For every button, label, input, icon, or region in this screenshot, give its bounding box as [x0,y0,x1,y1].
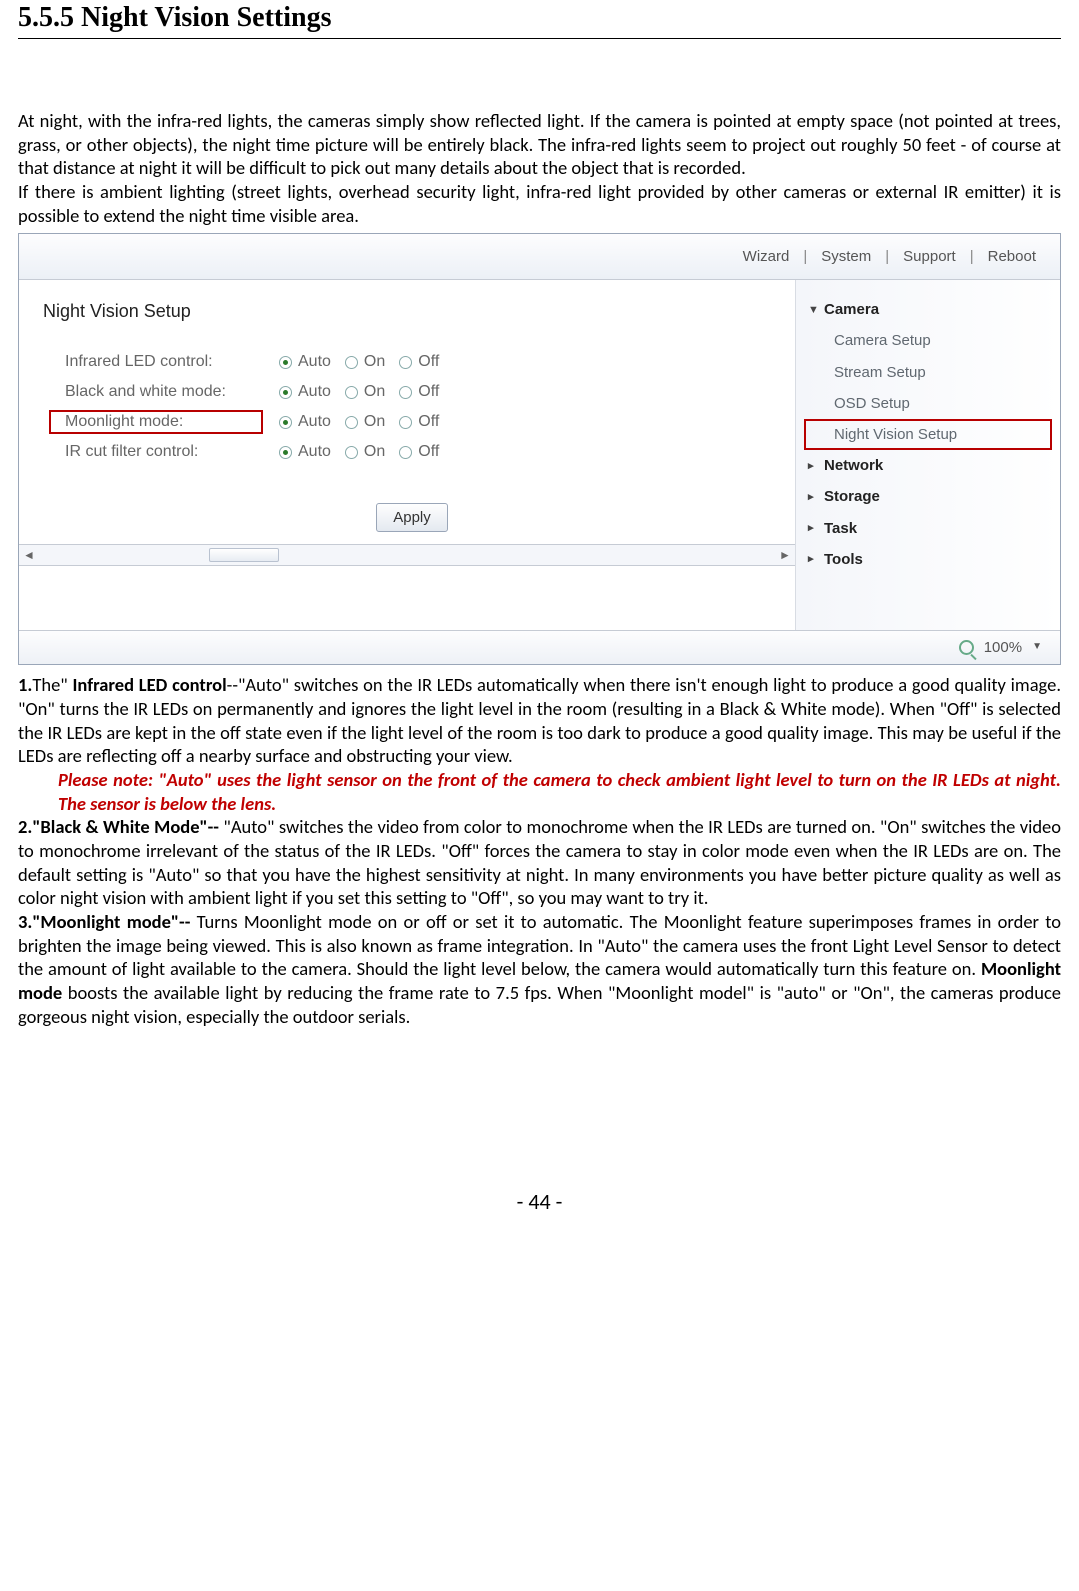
radio-auto[interactable]: Auto [279,412,331,432]
label-moonlight-mode-highlighted: Moonlight mode: [49,410,263,434]
chevron-down-icon: ▼ [808,303,818,317]
item-3-paragraph: 3."Moonlight mode"-- Turns Moonlight mod… [18,910,1061,1028]
radio-label: On [364,442,385,462]
chevron-right-icon: ▸ [808,521,818,535]
panel-title: Night Vision Setup [43,300,775,323]
chevron-right-icon: ▸ [808,552,818,566]
page-number: - 44 - [18,1188,1061,1216]
sidebar-nav: ▼ Camera Camera Setup Stream Setup OSD Se… [795,280,1060,630]
scroll-right-icon[interactable]: ► [775,548,795,563]
radio-label: On [364,382,385,402]
scroll-thumb[interactable] [209,548,279,562]
radio-label: Off [418,352,439,372]
intro-paragraph-1: At night, with the infra-red lights, the… [18,109,1061,180]
radio-on[interactable]: On [345,442,385,462]
radio-label: Auto [298,352,331,372]
horizontal-scrollbar[interactable]: ◄ ► [19,544,795,566]
label-black-and-white-mode: Black and white mode: [49,380,279,404]
sidebar-group-storage[interactable]: ▸ Storage [804,481,1052,512]
radio-off[interactable]: Off [399,352,439,372]
radio-dot-icon [399,356,412,369]
item-3-mid2: boosts the available light by reducing t… [18,981,1061,1028]
radio-label: On [364,352,385,372]
item-1-lead: 1. [18,673,32,696]
item-3-lead: 3."Moonlight mode"-- [18,910,190,933]
radio-on[interactable]: On [345,382,385,402]
radio-label: Auto [298,442,331,462]
sidebar-item-camera-setup[interactable]: Camera Setup [804,325,1052,356]
sidebar-item-night-vision-setup-highlighted[interactable]: Night Vision Setup [804,419,1052,450]
scroll-left-icon[interactable]: ◄ [19,548,39,563]
sidebar-item-osd-setup[interactable]: OSD Setup [804,388,1052,419]
nav-system[interactable]: System [821,247,871,266]
radio-auto[interactable]: Auto [279,442,331,462]
radio-auto[interactable]: Auto [279,352,331,372]
chevron-right-icon: ▸ [808,459,818,473]
radio-on[interactable]: On [345,412,385,432]
label-infrared-led-control: Infrared LED control: [49,350,279,374]
radio-dot-icon [345,446,358,459]
radio-dot-icon [399,386,412,399]
radio-dot-icon [399,446,412,459]
radio-off[interactable]: Off [399,412,439,432]
radio-label: Auto [298,412,331,432]
nav-reboot[interactable]: Reboot [988,247,1036,266]
zoom-level: 100% [984,638,1022,657]
radio-label: Off [418,442,439,462]
radio-label: Auto [298,382,331,402]
radio-dot-icon [279,446,292,459]
intro-paragraph-2: If there is ambient lighting (street lig… [18,180,1061,227]
sidebar-group-task[interactable]: ▸ Task [804,513,1052,544]
apply-button[interactable]: Apply [376,503,448,532]
radio-label: Off [418,382,439,402]
zoom-dropdown-icon[interactable]: ▼ [1032,641,1042,654]
radio-label: On [364,412,385,432]
item-2-paragraph: 2."Black & White Mode"-- "Auto" switches… [18,815,1061,910]
item-1-paragraph: 1.The" Infrared LED control--"Auto" swit… [18,673,1061,768]
settings-screenshot: Wizard | System | Support | Reboot Night Vi… [18,233,1061,665]
sidebar-group-network[interactable]: ▸ Network [804,450,1052,481]
nav-wizard[interactable]: Wizard [743,247,790,266]
section-heading: 5.5.5 Night Vision Settings [18,0,1061,39]
zoom-icon[interactable] [959,640,974,655]
sidebar-item-stream-setup[interactable]: Stream Setup [804,357,1052,388]
radio-off[interactable]: Off [399,442,439,462]
radio-dot-icon [279,356,292,369]
settings-main-panel: Night Vision Setup Infrared LED control:… [19,280,795,630]
nav-separator: | [970,247,974,266]
sidebar-group-label: Task [824,519,857,538]
sidebar-group-camera[interactable]: ▼ Camera [804,294,1052,325]
sidebar-group-label: Network [824,456,883,475]
radio-on[interactable]: On [345,352,385,372]
radio-dot-icon [345,386,358,399]
note-paragraph: Please note: "Auto" uses the light senso… [18,768,1061,815]
radio-off[interactable]: Off [399,382,439,402]
radio-dot-icon [399,416,412,429]
radio-dot-icon [279,416,292,429]
item-1-strong: Infrared LED control [72,673,226,696]
radio-dot-icon [279,386,292,399]
nav-support[interactable]: Support [903,247,956,266]
radio-label: Off [418,412,439,432]
item-1-the: The" [32,673,72,696]
radio-dot-icon [345,356,358,369]
radio-auto[interactable]: Auto [279,382,331,402]
nav-separator: | [885,247,889,266]
top-nav-bar: Wizard | System | Support | Reboot [19,234,1060,280]
sidebar-group-label: Tools [824,550,863,569]
nav-separator: | [803,247,807,266]
sidebar-group-label: Storage [824,487,880,506]
sidebar-group-label: Camera [824,300,879,319]
status-bar: 100% ▼ [19,630,1060,664]
chevron-right-icon: ▸ [808,490,818,504]
label-ir-cut-filter-control: IR cut filter control: [49,440,279,464]
sidebar-group-tools[interactable]: ▸ Tools [804,544,1052,575]
item-2-lead: 2."Black & White Mode"-- [18,815,219,838]
radio-dot-icon [345,416,358,429]
